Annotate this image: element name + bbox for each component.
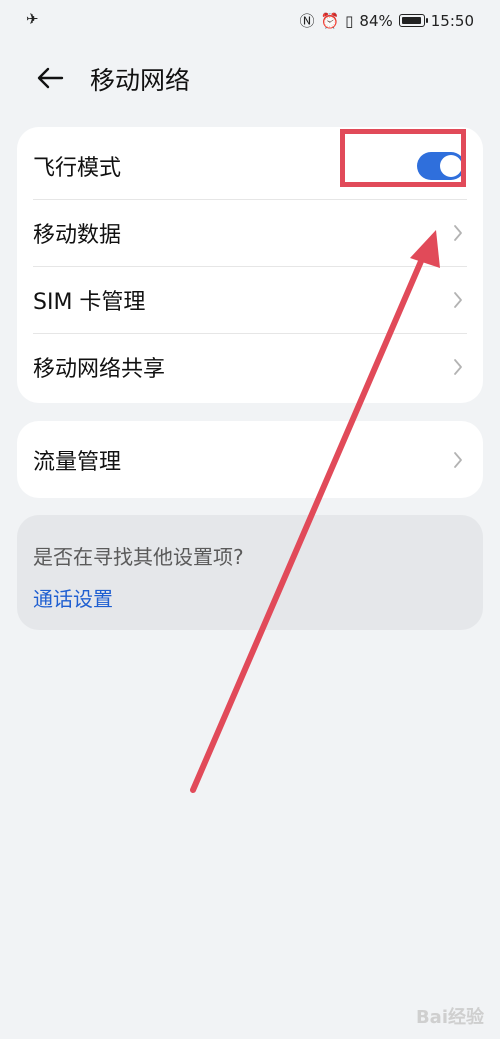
annotation-arrow bbox=[190, 230, 440, 793]
watermark-logo: Bai经验 bbox=[415, 1007, 484, 1028]
